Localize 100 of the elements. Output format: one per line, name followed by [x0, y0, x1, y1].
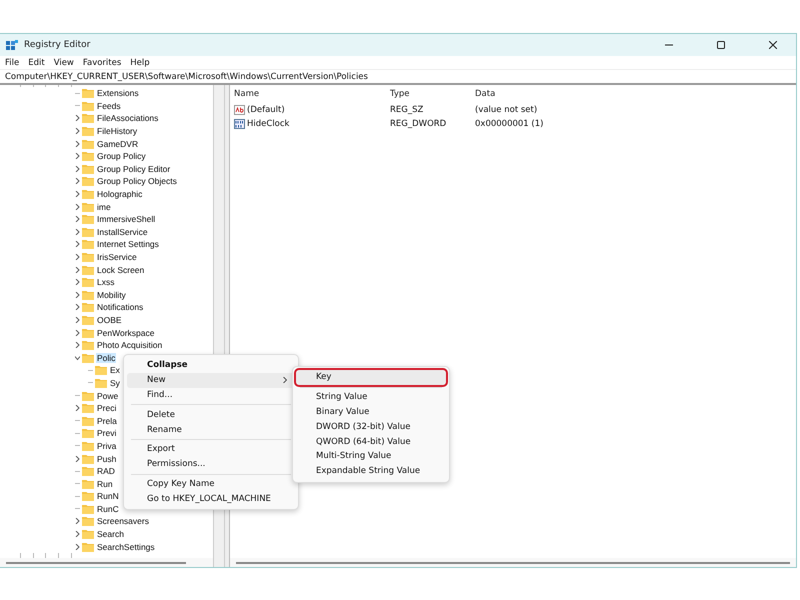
chevron-icon[interactable] [74, 266, 80, 273]
tree-item[interactable]: Search [96, 529, 125, 540]
tree-item[interactable]: Mobility [96, 290, 127, 300]
column-header[interactable]: Type [390, 89, 475, 103]
chevron-icon[interactable] [74, 204, 80, 210]
folder-icon [82, 314, 94, 325]
folder-icon [82, 113, 94, 124]
menu-item[interactable]: Multi-String Value [296, 448, 446, 464]
tree-item[interactable]: OOBE [96, 314, 123, 325]
tree-item[interactable]: Priva [96, 440, 118, 451]
menu-item[interactable]: Permissions... [127, 456, 295, 472]
tree-item[interactable]: RunC [96, 504, 120, 514]
tree-item[interactable]: ime [96, 202, 112, 212]
chevron-icon[interactable] [74, 531, 80, 538]
tree-item[interactable]: FileAssociations [96, 113, 160, 124]
column-header[interactable]: Data [475, 89, 796, 103]
chevron-icon[interactable] [74, 304, 80, 310]
chevron-icon[interactable] [74, 166, 80, 172]
folder-icon [82, 491, 94, 502]
menu-item[interactable]: Go to HKEY_LOCAL_MACHINE [127, 491, 295, 506]
tree-item[interactable]: ImmersiveShell [96, 214, 156, 224]
tree-item[interactable]: Lock Screen [96, 264, 146, 275]
chevron-icon[interactable] [74, 128, 80, 134]
menu-item[interactable]: Copy Key Name [127, 476, 295, 492]
chevron-icon[interactable] [74, 518, 80, 524]
string-value-icon [234, 105, 245, 115]
tree-item[interactable]: Group Policy Editor [96, 164, 172, 174]
tree-item[interactable]: Powe [96, 390, 120, 401]
folder-icon [82, 100, 94, 111]
close-icon[interactable] [769, 41, 777, 49]
menu-item[interactable]: View [54, 58, 74, 68]
chevron-icon[interactable] [74, 316, 80, 323]
column-header[interactable]: Name [234, 89, 390, 103]
tree-item[interactable]: Previ [96, 428, 118, 438]
tree-item[interactable]: Run [96, 478, 114, 489]
menu-item[interactable]: String Value [296, 390, 446, 405]
folder-icon [82, 214, 94, 224]
chevron-icon[interactable] [74, 292, 80, 298]
chevron-icon[interactable] [74, 544, 80, 550]
menu-item[interactable]: Favorites [82, 58, 122, 68]
menu-item[interactable]: Key [296, 370, 446, 385]
tree-item[interactable]: Preci [96, 403, 118, 414]
chevron-icon[interactable] [74, 279, 80, 286]
folder-icon [82, 239, 94, 250]
tree-item[interactable]: PenWorkspace [96, 328, 156, 338]
tree-item[interactable]: Lxss [96, 277, 116, 288]
chevron-icon[interactable] [74, 178, 80, 184]
tree-item[interactable]: Polic [96, 352, 116, 363]
scroll-bar[interactable] [0, 558, 213, 567]
tree-item[interactable]: Notifications [96, 302, 144, 312]
tree-item[interactable]: Ex [109, 365, 121, 376]
tree-item[interactable]: SearchSettings [96, 542, 156, 552]
tree-item[interactable]: RAD [96, 466, 116, 476]
value-name: HideClock [247, 119, 290, 129]
menu-item[interactable]: File [5, 58, 20, 68]
folder-icon [82, 516, 94, 526]
chevron-icon[interactable] [74, 254, 80, 260]
menu-item[interactable]: Binary Value [296, 404, 446, 420]
menu-item[interactable]: Edit [28, 58, 45, 68]
menu-item[interactable]: Export [127, 442, 295, 457]
maximize-icon[interactable] [717, 41, 725, 49]
tree-item[interactable]: Photo Acquisition [96, 340, 164, 350]
chevron-icon[interactable] [74, 216, 80, 222]
menu-item[interactable]: Delete [127, 407, 295, 422]
chevron-icon[interactable] [74, 456, 80, 462]
chevron-icon[interactable] [74, 115, 80, 122]
tree-item[interactable]: GameDVR [96, 138, 140, 149]
chevron-icon[interactable] [74, 228, 80, 235]
chevron-icon[interactable] [74, 241, 80, 248]
scroll-bar[interactable] [230, 558, 796, 567]
menu-item[interactable]: Find... [127, 388, 295, 402]
chevron-icon[interactable] [74, 330, 80, 336]
chevron-icon[interactable] [74, 405, 80, 412]
tree-item[interactable]: RunN [96, 491, 120, 502]
tree-item[interactable]: Internet Settings [96, 239, 160, 250]
chevron-icon[interactable] [74, 354, 80, 361]
chevron-icon[interactable] [74, 342, 80, 348]
menu-item[interactable]: Rename [127, 422, 295, 437]
menu-item[interactable]: QWORD (64-bit) Value [296, 434, 446, 449]
tree-item[interactable]: Holographic [96, 189, 144, 200]
folder-icon [82, 302, 94, 312]
menu-item[interactable]: Expandable String Value [296, 464, 446, 479]
chevron-icon[interactable] [74, 153, 80, 160]
menu-item[interactable]: Help [130, 58, 150, 68]
tree-item[interactable]: Screensavers [96, 516, 150, 526]
tree-item[interactable]: Group Policy Objects [96, 176, 178, 186]
tree-item[interactable]: Push [96, 454, 118, 464]
chevron-icon[interactable] [74, 140, 80, 147]
menu-item[interactable]: Collapse [127, 358, 295, 373]
tree-item[interactable]: Sy [109, 378, 121, 388]
tree-item[interactable]: Feeds [96, 100, 122, 111]
chevron-icon[interactable] [74, 191, 80, 198]
menu-item[interactable]: DWORD (32-bit) Value [296, 419, 446, 434]
tree-item[interactable]: IrisService [96, 252, 138, 262]
menu-item[interactable]: New [127, 372, 295, 388]
tree-item[interactable]: Extensions [96, 88, 140, 98]
tree-item[interactable]: Prela [96, 416, 118, 426]
tree-item[interactable]: InstallService [96, 226, 149, 237]
tree-item[interactable]: FileHistory [96, 126, 138, 136]
tree-item[interactable]: Group Policy [96, 151, 147, 162]
